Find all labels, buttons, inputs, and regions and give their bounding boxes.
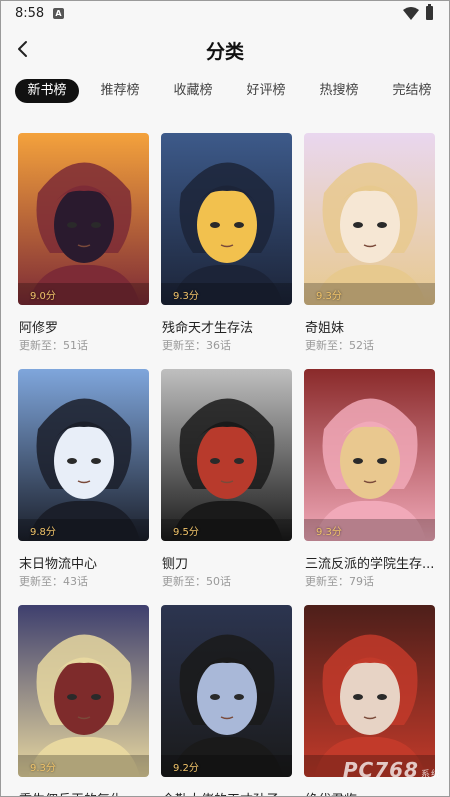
- book-cover[interactable]: 9.5分: [161, 369, 292, 541]
- book-update: 更新至：36话: [162, 339, 231, 352]
- book-title[interactable]: 阿修罗: [19, 317, 154, 336]
- book-cover[interactable]: [304, 605, 435, 777]
- book-update: 更新至：79话: [305, 575, 374, 588]
- watermark-logo: PC768 系统: [343, 758, 441, 782]
- book-update: 更新至：51话: [19, 339, 88, 352]
- cover-illustration: [304, 605, 435, 777]
- page-title: 分类: [205, 41, 244, 63]
- tab-0[interactable]: 新书榜: [15, 79, 79, 103]
- book-score: 9.2分: [173, 763, 199, 774]
- book-cover[interactable]: 9.3分: [304, 133, 435, 305]
- book-title[interactable]: 铡刀: [162, 553, 297, 572]
- cover-illustration: [161, 605, 292, 777]
- book-score: 9.3分: [173, 291, 199, 302]
- book-title[interactable]: 三流反派的学院生存...: [305, 553, 440, 572]
- book-score: 9.0分: [30, 291, 56, 302]
- book-cover[interactable]: 9.2分: [161, 605, 292, 777]
- header-bar: 分类: [1, 27, 449, 73]
- book-title[interactable]: 奇姐妹: [305, 317, 440, 336]
- book-cover[interactable]: 9.3分: [304, 369, 435, 541]
- cover-illustration: [304, 133, 435, 305]
- cover-illustration: [18, 605, 149, 777]
- book-cover[interactable]: 9.3分: [18, 605, 149, 777]
- watermark-text: PC768: [342, 758, 419, 782]
- ranking-tabs: 新书榜 推荐榜 收藏榜 好评榜 热搜榜 完结榜: [1, 79, 449, 105]
- notification-icon: A: [53, 8, 64, 19]
- book-update: 更新至：43话: [19, 575, 88, 588]
- tab-2[interactable]: 收藏榜: [164, 79, 222, 103]
- book-score: 9.5分: [173, 527, 199, 538]
- book-title[interactable]: 全勤大佬的天才孙子: [162, 789, 297, 796]
- tab-5[interactable]: 完结榜: [383, 79, 441, 103]
- cover-illustration: [161, 133, 292, 305]
- tab-4[interactable]: 热搜榜: [310, 79, 368, 103]
- cover-illustration: [161, 369, 292, 541]
- book-cover[interactable]: 9.8分: [18, 369, 149, 541]
- book-cover[interactable]: 9.0分: [18, 133, 149, 305]
- book-update: 更新至：52话: [305, 339, 374, 352]
- status-time: 8:58: [15, 6, 45, 21]
- cover-illustration: [18, 133, 149, 305]
- tab-1[interactable]: 推荐榜: [91, 79, 149, 103]
- book-cover[interactable]: 9.3分: [161, 133, 292, 305]
- cover-illustration: [18, 369, 149, 541]
- book-score: 9.8分: [30, 527, 56, 538]
- book-update: 更新至：50话: [162, 575, 231, 588]
- book-score: 9.3分: [316, 291, 342, 302]
- book-title[interactable]: 末日物流中心: [19, 553, 154, 572]
- book-title[interactable]: 残命天才生存法: [162, 317, 297, 336]
- app-screen: 8:58 A 分类 新书榜 推荐榜 收藏榜 好评榜 热搜榜 完结榜 9.0分 阿修罗 更新至：…: [0, 0, 450, 797]
- wifi-icon: [403, 7, 419, 20]
- status-bar: 8:58 A: [1, 1, 449, 27]
- cover-illustration: [304, 369, 435, 541]
- book-title[interactable]: 重生佣兵王的复仇: [19, 789, 154, 796]
- battery-icon: [426, 4, 433, 20]
- watermark-suffix: 系统: [420, 770, 441, 780]
- book-score: 9.3分: [316, 527, 342, 538]
- book-score: 9.3分: [30, 763, 56, 774]
- tab-3[interactable]: 好评榜: [237, 79, 295, 103]
- book-title[interactable]: 绝代君临: [305, 789, 440, 796]
